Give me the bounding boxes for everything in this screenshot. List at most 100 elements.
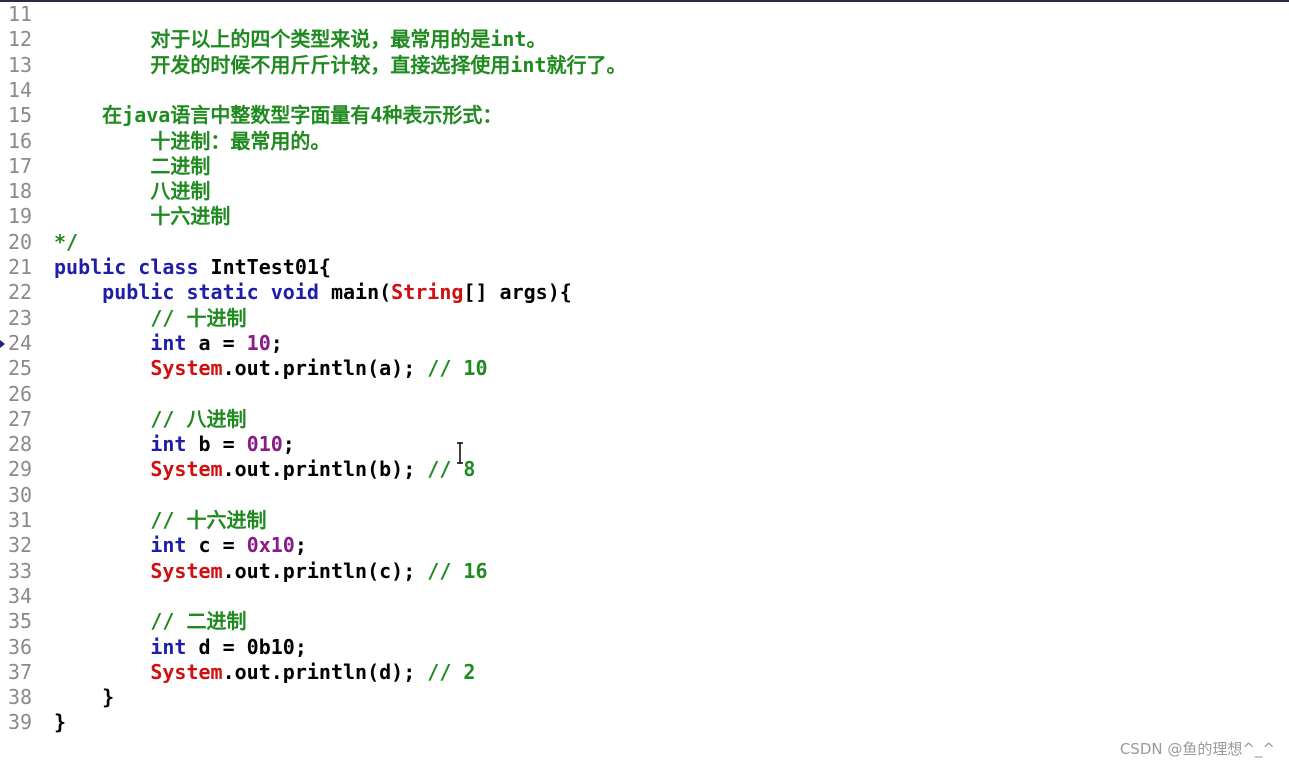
code-line[interactable]: 17 二进制 [0,154,1289,179]
code-token-comment: // 2 [427,659,476,684]
code-token-plain: c = [198,533,247,558]
code-token-keyword: public class [54,255,211,279]
code-token-plain: d = 0b10; [198,634,307,659]
line-number: 31 [8,508,33,532]
code-token-plain: a = [198,330,247,355]
code-line[interactable]: 13 开发的时候不用斤斤计较，直接选择使用int就行了。 [0,53,1289,78]
code-text: 二进制 [54,154,210,179]
line-number: 18 [8,179,33,204]
line-number: 39 [8,710,33,735]
line-number: 12 [8,27,33,52]
line-number: 30 [8,482,33,507]
code-line[interactable]: 39} [0,710,1289,735]
code-line[interactable]: 29 System.out.println(b); // 8 [0,457,1289,482]
line-number: 14 [8,77,33,102]
code-token-number: 0x10 [246,533,295,558]
code-token-keyword: public static void [102,280,331,305]
code-token-ws [54,27,150,51]
code-token-ws [54,635,150,659]
code-line[interactable]: 19 十六进制 [0,204,1289,229]
code-token-plain: main( [330,280,392,305]
code-text: int a = 10; [54,330,283,356]
code-token-comment: */ [54,229,79,254]
code-token-ws [54,533,150,557]
code-line[interactable]: 12 对于以上的四个类型来说，最常用的是int。 [0,27,1289,52]
code-token-ws [54,685,102,709]
code-token-keyword: int [150,330,199,355]
code-token-string-class: System [150,356,223,381]
code-line[interactable]: 32 int c = 0x10; [0,533,1289,558]
line-number: 38 [8,685,33,710]
code-token-ws [54,306,150,330]
code-text: 开发的时候不用斤斤计较，直接选择使用int就行了。 [54,53,626,78]
code-line[interactable]: 22 public static void main(String[] args… [0,280,1289,305]
code-text: 八进制 [54,179,210,204]
line-number: 28 [8,432,33,457]
code-line[interactable]: 24 int a = 10; [0,331,1289,356]
code-line[interactable]: 31 // 十六进制 [0,508,1289,533]
code-line[interactable]: 26 [0,382,1289,407]
code-line[interactable]: 34 [0,584,1289,609]
code-token-keyword: int [150,634,199,659]
code-token-ws [54,457,150,481]
code-token-ws [54,331,150,355]
csdn-watermark: CSDN @鱼的理想^_^ [1119,740,1275,758]
code-token-ws [54,432,150,456]
code-line[interactable]: 16 十进制：最常用的。 [0,129,1289,154]
code-line[interactable]: 18 八进制 [0,179,1289,204]
code-line[interactable]: 21 public class IntTest01{ [0,255,1289,280]
code-line[interactable]: 20 */ [0,230,1289,255]
code-token-comment: // 八进制 [150,406,247,431]
code-line[interactable]: 15 在java语言中整数型字面量有4种表示形式： [0,103,1289,128]
code-token-plain: } [54,710,67,735]
code-line[interactable]: 38 } [0,685,1289,710]
code-editor[interactable]: 11 12 对于以上的四个类型来说，最常用的是int。 13 开发的时候不用斤斤计较… [0,2,1289,735]
code-token-ws [54,508,150,532]
code-token-comment: // 十进制 [150,305,247,330]
ibeam-cursor-icon [457,442,463,464]
line-number: 35 [8,609,33,634]
code-token-number: 010 [246,432,283,457]
code-token-comment: 八进制 [150,179,211,204]
code-text: 十六进制 [54,204,230,229]
code-token-ws [54,103,102,127]
line-number: 32 [8,533,33,558]
code-token-ws [54,179,150,203]
code-token-ws [54,559,150,583]
code-token-plain: b = [198,432,247,457]
code-line[interactable]: 11 [0,2,1289,27]
code-line[interactable]: 14 [0,78,1289,103]
code-line[interactable]: 35 // 二进制 [0,609,1289,634]
code-token-plain: .out.println(b); [222,457,428,482]
current-line-marker-icon [0,339,5,348]
code-line[interactable]: 25 System.out.println(a); // 10 [0,356,1289,381]
code-token-plain: ; [270,330,283,355]
code-text: 在java语言中整数型字面量有4种表示形式： [54,103,502,128]
code-line[interactable]: 33 System.out.println(c); // 16 [0,559,1289,584]
code-line[interactable]: 37 System.out.println(d); // 2 [0,660,1289,685]
code-line[interactable]: 27 // 八进制 [0,407,1289,432]
code-token-string-class: System [150,457,223,482]
code-token-comment: 十进制：最常用的。 [150,128,331,153]
code-token-ws [54,407,150,431]
code-text: int c = 0x10; [54,533,307,558]
code-line[interactable]: 36 int d = 0b10; [0,635,1289,660]
code-token-plain: .out.println(d); [222,659,428,684]
code-text: int b = 010; [54,432,295,457]
code-token-ws [54,129,150,153]
code-line[interactable]: 28 int b = 010; [0,432,1289,457]
code-token-comment: // 8 [427,457,476,482]
code-token-keyword: int [150,533,199,558]
code-token-plain: .out.println(c); [222,558,428,583]
code-text: } [54,685,114,710]
code-text: 对于以上的四个类型来说，最常用的是int。 [54,27,546,52]
code-line[interactable]: 30 [0,483,1289,508]
line-number: 29 [8,457,33,482]
line-number: 20 [8,229,33,254]
code-token-comment: // 十六进制 [150,508,267,532]
code-text: System.out.println(a); // 10 [54,356,487,381]
code-line[interactable]: 23 // 十进制 [0,306,1289,331]
code-token-plain: .out.println(a); [222,356,428,381]
code-text: System.out.println(b); // 8 [54,457,475,482]
line-number: 24 [8,330,33,355]
